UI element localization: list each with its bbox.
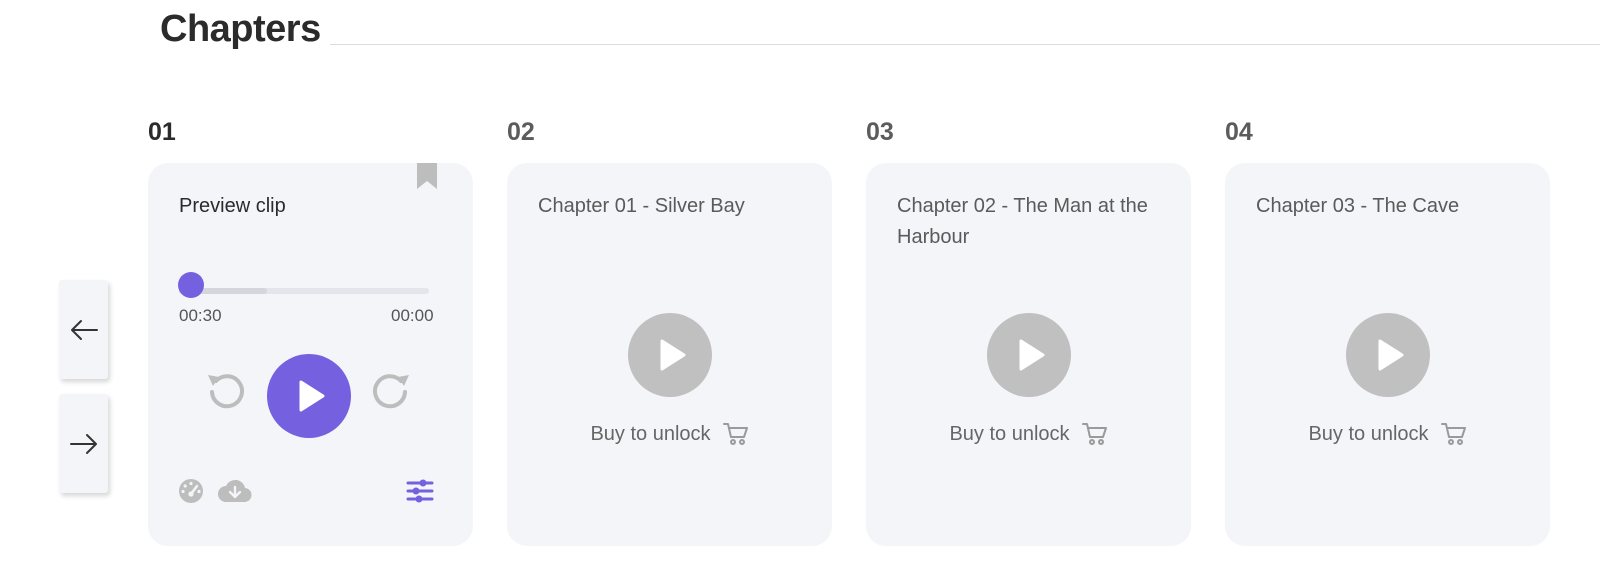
cart-icon — [1440, 423, 1466, 445]
chapter-title: Chapter 01 - Silver Bay — [538, 195, 745, 217]
arrow-right-icon — [69, 433, 97, 454]
chapter-title: Chapter 03 - The Cave — [1256, 195, 1460, 217]
chapter-number: 04 — [1225, 118, 1253, 146]
bookmark-icon[interactable] — [417, 163, 437, 189]
previous-button[interactable] — [59, 280, 108, 379]
forward-icon[interactable] — [370, 369, 412, 411]
rewind-icon[interactable] — [205, 369, 247, 411]
play-icon — [1378, 339, 1404, 371]
chapter-card-locked: Chapter 01 - Silver Bay Buy to unlock — [507, 163, 832, 546]
play-button-locked — [987, 313, 1071, 397]
buy-to-unlock-button[interactable]: Buy to unlock — [1225, 421, 1550, 447]
play-button[interactable] — [267, 354, 351, 438]
play-icon — [660, 339, 686, 371]
chapter-card-locked: Chapter 02 - The Man at the Harbour Buy … — [866, 163, 1191, 546]
arrow-left-icon — [70, 319, 98, 340]
cloud-download-icon[interactable] — [217, 478, 253, 504]
buy-to-unlock-button[interactable]: Buy to unlock — [866, 421, 1191, 447]
buy-label: Buy to unlock — [949, 422, 1070, 445]
chapter-number: 02 — [507, 118, 535, 146]
chapter-number: 01 — [148, 118, 176, 146]
buy-to-unlock-button[interactable]: Buy to unlock — [507, 421, 832, 447]
cart-icon — [722, 423, 748, 445]
cart-icon — [1081, 423, 1107, 445]
play-icon — [299, 380, 325, 412]
play-button-locked — [628, 313, 712, 397]
buy-label: Buy to unlock — [590, 422, 711, 445]
next-button[interactable] — [59, 394, 108, 493]
buy-label: Buy to unlock — [1308, 422, 1429, 445]
title-divider — [330, 44, 1600, 45]
settings-sliders-icon[interactable] — [406, 478, 434, 504]
chapter-title: Preview clip — [179, 195, 286, 217]
chapter-title: Chapter 02 - The Man at the Harbour — [897, 195, 1148, 248]
play-icon — [1019, 339, 1045, 371]
speed-icon[interactable] — [178, 478, 204, 504]
elapsed-time: 00:30 — [179, 306, 222, 325]
chapter-card-preview: Preview clip 00:30 00:00 — [148, 163, 473, 546]
play-button-locked — [1346, 313, 1430, 397]
chapter-number: 03 — [866, 118, 894, 146]
progress-track[interactable] — [179, 288, 429, 294]
chapter-card-locked: Chapter 03 - The Cave Buy to unlock — [1225, 163, 1550, 546]
section-title: Chapters — [160, 8, 321, 50]
remaining-time: 00:00 — [391, 306, 434, 325]
progress-knob[interactable] — [178, 272, 204, 298]
